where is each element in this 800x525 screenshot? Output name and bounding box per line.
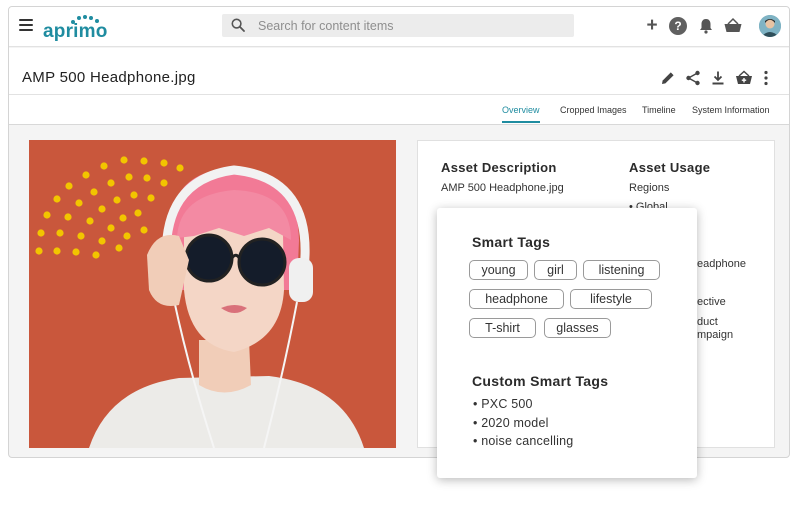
smart-tag-chip[interactable]: glasses bbox=[544, 318, 611, 338]
notifications-bell-icon[interactable] bbox=[697, 17, 715, 35]
logo-text: aprimo bbox=[43, 21, 108, 42]
asset-description-value: AMP 500 Headphone.jpg bbox=[441, 182, 564, 194]
menu-icon[interactable] bbox=[19, 19, 33, 31]
help-icon[interactable]: ? bbox=[669, 17, 687, 35]
partial-text-line: ective bbox=[697, 296, 726, 308]
page-title: AMP 500 Headphone.jpg bbox=[22, 69, 196, 86]
smart-tags-popover: Smart Tags young girl listening headphon… bbox=[437, 208, 697, 478]
tab-timeline[interactable]: Timeline bbox=[642, 105, 676, 115]
asset-usage-regions-label: Regions bbox=[629, 182, 670, 194]
basket-icon[interactable] bbox=[723, 17, 743, 35]
custom-smart-tag-item: • noise cancelling bbox=[473, 434, 574, 448]
smart-tag-chip[interactable]: listening bbox=[583, 260, 660, 280]
share-icon[interactable] bbox=[685, 70, 701, 86]
smart-tag-chip[interactable]: girl bbox=[534, 260, 577, 280]
tab-system-information[interactable]: System Information bbox=[692, 105, 770, 115]
asset-preview-image[interactable] bbox=[29, 140, 396, 448]
asset-preview-illustration bbox=[35, 156, 364, 448]
asset-usage-heading: Asset Usage bbox=[629, 160, 711, 175]
partial-text-line: eadphone bbox=[697, 258, 746, 270]
user-avatar[interactable] bbox=[759, 15, 781, 37]
custom-smart-tag-item: • PXC 500 bbox=[473, 397, 533, 411]
smart-tag-chip[interactable]: lifestyle bbox=[570, 289, 652, 309]
edit-pencil-icon[interactable] bbox=[660, 70, 676, 86]
more-options-icon[interactable] bbox=[761, 70, 771, 86]
partial-text-line: duct bbox=[697, 316, 718, 328]
add-to-basket-icon[interactable] bbox=[735, 70, 753, 86]
smart-tag-chip[interactable]: young bbox=[469, 260, 528, 280]
partial-text-line: mpaign bbox=[697, 329, 734, 341]
custom-smart-tags-heading: Custom Smart Tags bbox=[472, 373, 609, 389]
top-bar: aprimo + ? bbox=[9, 7, 789, 47]
search-bar[interactable] bbox=[222, 14, 574, 37]
smart-tags-heading: Smart Tags bbox=[472, 234, 551, 250]
search-icon[interactable] bbox=[231, 18, 245, 32]
tab-overview[interactable]: Overview bbox=[502, 105, 540, 123]
add-icon[interactable]: + bbox=[643, 16, 661, 35]
custom-smart-tag-item: • 2020 model bbox=[473, 416, 549, 430]
asset-header: AMP 500 Headphone.jpg bbox=[9, 48, 789, 95]
tab-cropped-images[interactable]: Cropped Images bbox=[560, 105, 627, 115]
tab-bar: Overview Cropped Images Timeline System … bbox=[9, 95, 789, 125]
download-icon[interactable] bbox=[710, 70, 726, 86]
search-input[interactable] bbox=[258, 14, 558, 37]
smart-tag-chip[interactable]: T-shirt bbox=[469, 318, 536, 338]
smart-tag-chip[interactable]: headphone bbox=[469, 289, 564, 309]
asset-description-heading: Asset Description bbox=[441, 160, 557, 175]
